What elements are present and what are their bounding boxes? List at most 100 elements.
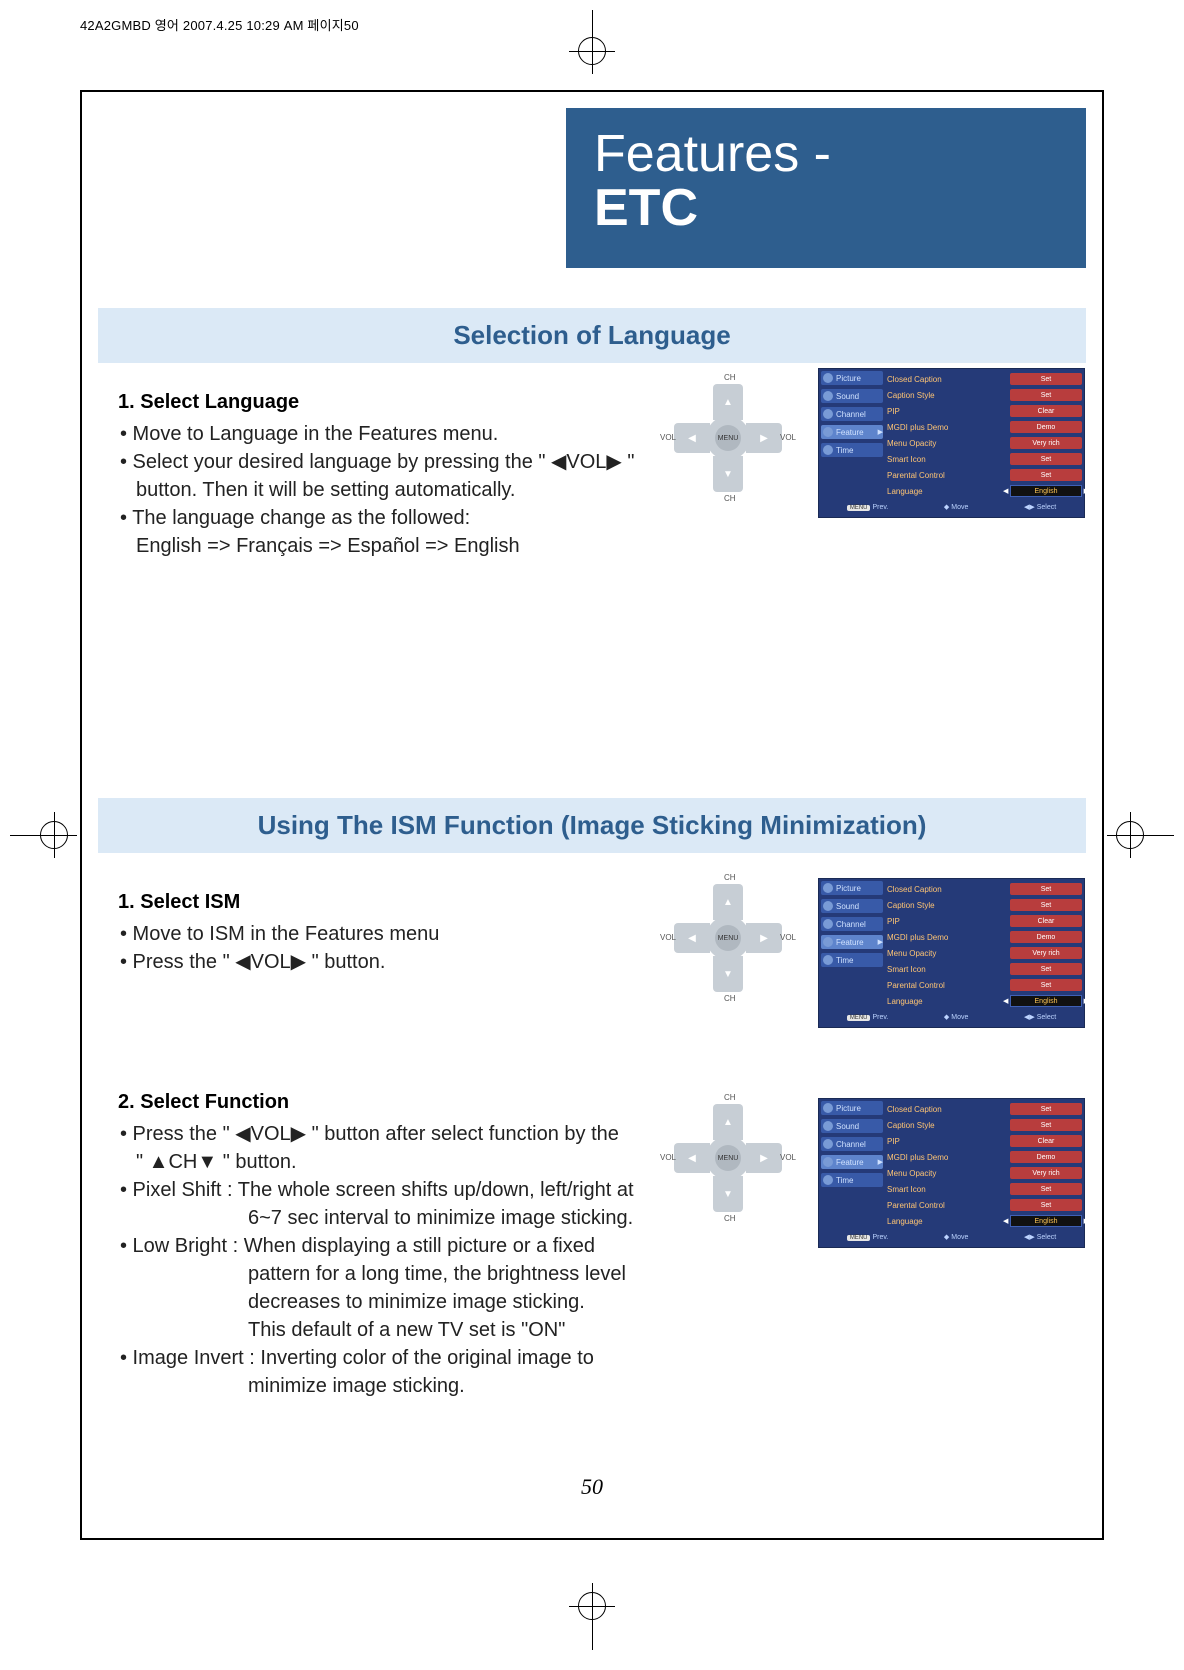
osd-category-label: Feature (836, 428, 864, 437)
osd-item-value: English◀▶ (1010, 995, 1082, 1007)
osd-item-value: Demo (1010, 421, 1082, 433)
category-icon (823, 937, 833, 947)
osd-item-value: Set (1010, 963, 1082, 975)
osd-category: Picture (821, 881, 883, 895)
category-icon (823, 427, 833, 437)
title-line1: Features - (594, 128, 1058, 180)
dpad-center: MENU (706, 416, 750, 460)
osd-footer-select: ◀▶ Select (1024, 1013, 1056, 1021)
bullet: • Move to Language in the Features menu. (118, 420, 638, 448)
osd-item-name: Parental Control (887, 1201, 945, 1210)
osd-category: Sound (821, 1119, 883, 1133)
osd-item: Caption StyleSet (887, 388, 1082, 402)
osd-item-name: Language (887, 487, 923, 496)
osd-item-value: Demo (1010, 931, 1082, 943)
osd-category-label: Channel (836, 410, 866, 419)
osd-footer: MENU Prev.◆ Move◀▶ Select (819, 503, 1084, 511)
bullet-cont: decreases to minimize image sticking. (118, 1288, 678, 1316)
osd-item-value: Demo (1010, 1151, 1082, 1163)
bullet-cont: 6~7 sec interval to minimize image stick… (118, 1204, 678, 1232)
osd-item: Closed CaptionSet (887, 1102, 1082, 1116)
print-header: 42A2GMBD 영어 2007.4.25 10:29 AM 페이지50 (80, 15, 359, 34)
osd-item: Smart IconSet (887, 962, 1082, 976)
osd-item: Parental ControlSet (887, 468, 1082, 482)
osd-item-name: Smart Icon (887, 455, 926, 464)
osd-item-name: Menu Opacity (887, 949, 936, 958)
osd-footer-select: ◀▶ Select (1024, 503, 1056, 511)
remote-dpad: CH ▲ ▼ ◀ ▶ MENU CH VOL VOL (668, 1098, 788, 1218)
osd-item-value: Set (1010, 1119, 1082, 1131)
step-select-ism: 1. Select ISM • Move to ISM in the Featu… (118, 888, 638, 976)
dpad-up: ▲ (713, 1104, 743, 1140)
category-icon (823, 1121, 833, 1131)
bullet: • Pixel Shift : The whole screen shifts … (118, 1176, 678, 1204)
osd-category-label: Feature (836, 1158, 864, 1167)
osd-item-value: Clear (1010, 915, 1082, 927)
osd-category-label: Channel (836, 1140, 866, 1149)
category-icon (823, 1157, 833, 1167)
dpad-label-vol: VOL (660, 1153, 676, 1162)
category-icon (823, 409, 833, 419)
category-icon (823, 883, 833, 893)
osd-category-label: Time (836, 446, 853, 455)
dpad-label-ch: CH (724, 494, 736, 503)
osd-item-value: Set (1010, 883, 1082, 895)
osd-category: Picture (821, 371, 883, 385)
remote-dpad: CH ▲ ▼ ◀ ▶ MENU CH VOL VOL (668, 878, 788, 998)
osd-item-name: PIP (887, 917, 900, 926)
dpad-left: ◀ (674, 1143, 710, 1173)
crop-mark-top (578, 10, 606, 65)
step-select-language: 1. Select Language • Move to Language in… (118, 388, 638, 560)
osd-item-name: MGDI plus Demo (887, 423, 948, 432)
bullet-cont: button. Then it will be setting automati… (118, 476, 638, 504)
osd-item-name: Language (887, 1217, 923, 1226)
bullet-cont: pattern for a long time, the brightness … (118, 1260, 678, 1288)
osd-item: Smart IconSet (887, 452, 1082, 466)
osd-item-name: Caption Style (887, 901, 935, 910)
step-title: 1. Select ISM (118, 888, 638, 916)
dpad-center: MENU (706, 916, 750, 960)
osd-category: Feature▶ (821, 1155, 883, 1169)
osd-menu: PictureSoundChannelFeature▶TimeClosed Ca… (818, 1098, 1085, 1248)
page-number: 50 (98, 1474, 1086, 1500)
dpad-label-vol: VOL (660, 433, 676, 442)
crop-mark-bottom (578, 1592, 606, 1650)
osd-item: MGDI plus Demo Demo (887, 420, 1082, 434)
osd-item-name: MGDI plus Demo (887, 1153, 948, 1162)
bullet: • Image Invert : Inverting color of the … (118, 1344, 678, 1372)
title-line2: ETC (594, 180, 1058, 237)
dpad-label-vol: VOL (780, 433, 796, 442)
dpad-label-ch: CH (724, 1214, 736, 1223)
step-title: 2. Select Function (118, 1088, 678, 1116)
dpad-label-vol: VOL (780, 933, 796, 942)
osd-category: Channel (821, 917, 883, 931)
bullet-cont: " ▲CH▼ " button. (118, 1148, 678, 1176)
osd-category: Sound (821, 389, 883, 403)
osd-footer-prev: Prev. (872, 1234, 888, 1241)
osd-item-value: English◀▶ (1010, 1215, 1082, 1227)
dpad-up: ▲ (713, 384, 743, 420)
dpad-down: ▼ (713, 1176, 743, 1212)
bullet: • Press the " ◀VOL▶ " button after selec… (118, 1120, 678, 1148)
osd-item-value: Set (1010, 1199, 1082, 1211)
osd-item-value: Set (1010, 373, 1082, 385)
dpad-right: ▶ (746, 1143, 782, 1173)
osd-category-label: Time (836, 1176, 853, 1185)
remote-dpad: CH ▲ ▼ ◀ ▶ MENU CH VOL VOL (668, 378, 788, 498)
osd-category-label: Channel (836, 920, 866, 929)
osd-item-value: Clear (1010, 405, 1082, 417)
dpad-left: ◀ (674, 423, 710, 453)
osd-category: Time (821, 1173, 883, 1187)
osd-item-value: Set (1010, 1103, 1082, 1115)
osd-item-value: Set (1010, 899, 1082, 911)
dpad-down: ▼ (713, 456, 743, 492)
osd-category-label: Picture (836, 884, 861, 893)
step-title: 1. Select Language (118, 388, 638, 416)
category-icon (823, 1139, 833, 1149)
osd-footer-btn: MENU (847, 1015, 871, 1021)
bullet: • Press the " ◀VOL▶ " button. (118, 948, 638, 976)
bullet-cont: minimize image sticking. (118, 1372, 678, 1400)
osd-item: Smart IconSet (887, 1182, 1082, 1196)
dpad-right: ▶ (746, 423, 782, 453)
osd-category-label: Time (836, 956, 853, 965)
